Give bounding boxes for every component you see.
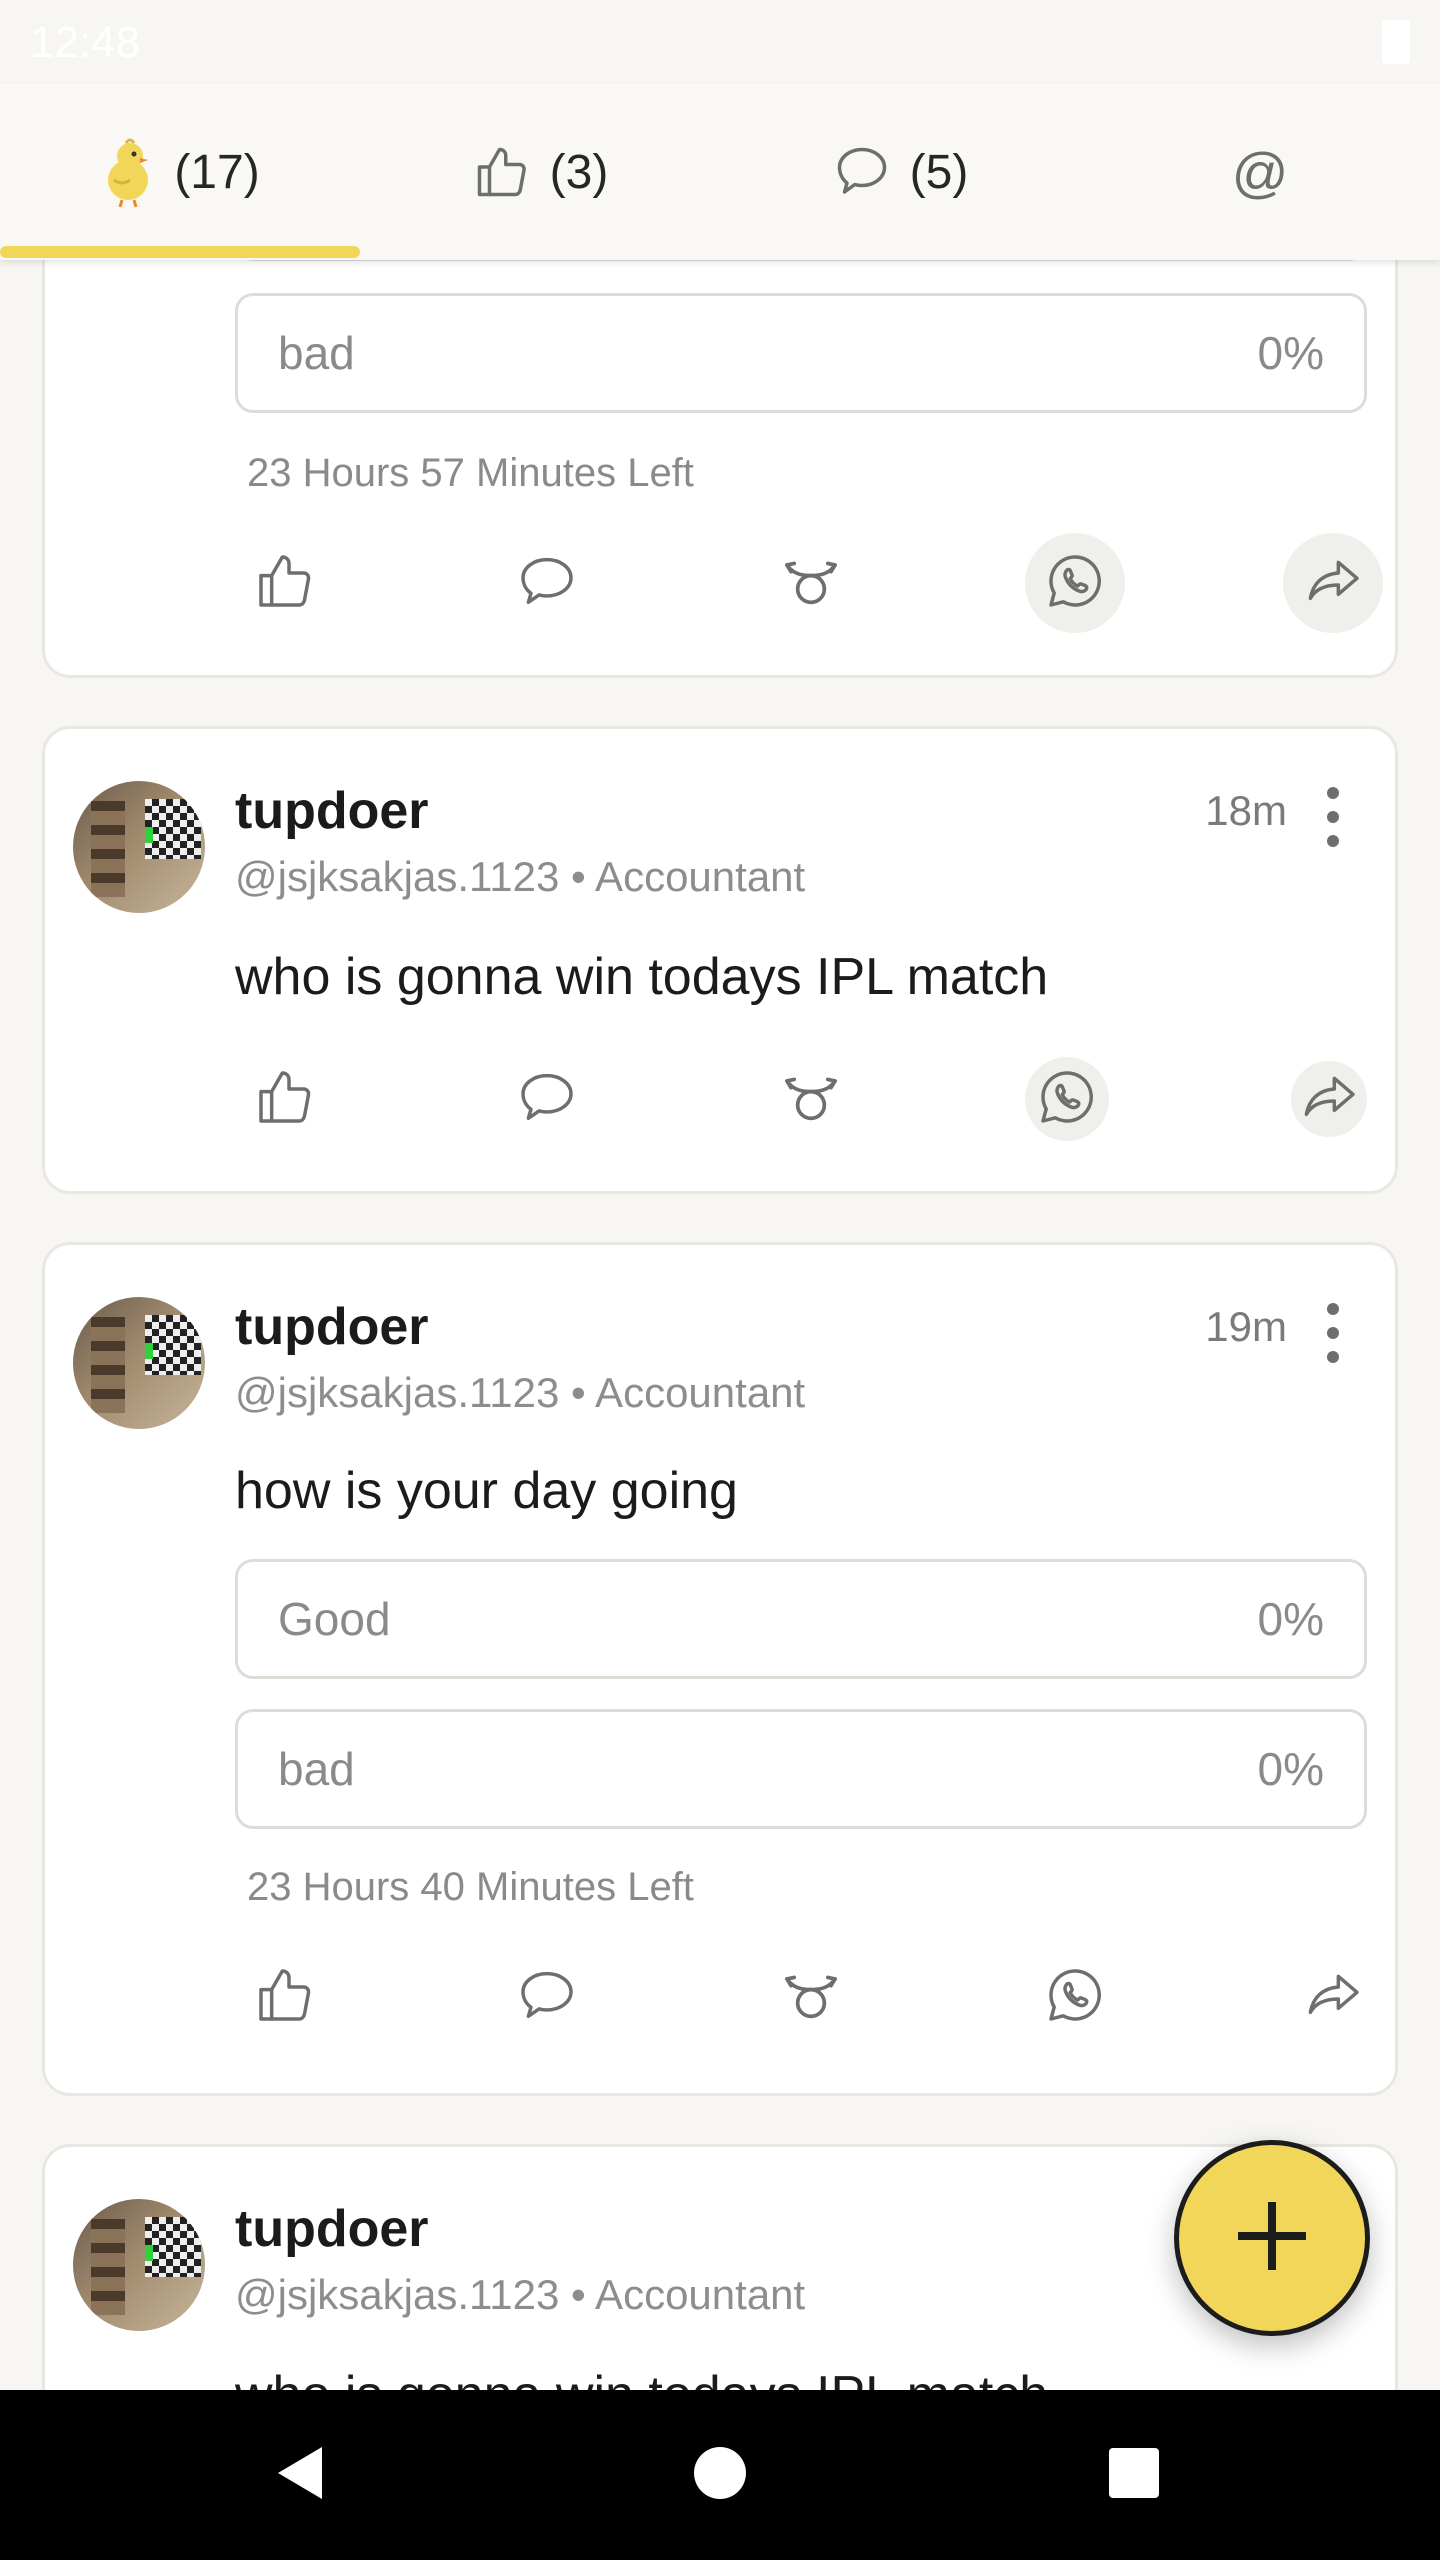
feed: bad 0% 23 Hours 57 Minutes Left tupdoer … [0, 260, 1440, 2390]
tab-bar: (17) (3) (5) @ [0, 84, 1440, 260]
more-options-icon[interactable] [1323, 1303, 1343, 1363]
gift-icon [779, 549, 843, 618]
whatsapp-icon [1035, 1065, 1099, 1134]
tab-likes-label: (3) [549, 145, 609, 199]
comment-icon [515, 1065, 579, 1134]
recents-square-icon [1107, 2446, 1161, 2505]
post-username[interactable]: tupdoer [235, 2199, 429, 2259]
post-handle: @jsjksakjas.1123 • Accountant [235, 1369, 806, 1416]
tab-posts-label: (17) [174, 145, 260, 199]
create-post-button[interactable] [1174, 2140, 1370, 2336]
poll-option[interactable]: bad 0% [235, 1709, 1367, 1829]
tab-comments-label: (5) [909, 145, 969, 199]
recents-button[interactable] [1054, 2390, 1214, 2560]
plus-icon [1232, 2196, 1312, 2281]
share-button[interactable] [1283, 533, 1383, 633]
comment-button[interactable] [497, 1049, 597, 1149]
avatar[interactable] [73, 2199, 205, 2331]
post-time: 18m [1205, 787, 1287, 834]
post-card: tupdoer @jsjksakjas.1123 • Accountant 18… [42, 726, 1398, 1194]
comment-icon [515, 1963, 579, 2032]
post-text: who is gonna win todays IPL match [235, 2365, 1048, 2390]
poll-option-percent: 0% [1257, 327, 1324, 379]
post-actions [235, 533, 1411, 633]
more-options-icon[interactable] [1323, 787, 1343, 847]
post-card: tupdoer @jsjksakjas.1123 • Accountant 19… [42, 1242, 1398, 2096]
share-button[interactable] [1283, 1947, 1383, 2047]
comment-button[interactable] [497, 533, 597, 633]
post-time: 19m [1205, 1303, 1287, 1350]
active-tab-indicator [0, 246, 360, 258]
back-triangle-icon [270, 2441, 330, 2510]
post-text: how is your day going [235, 1462, 738, 1520]
poll-time-left: 23 Hours 57 Minutes Left [247, 451, 694, 495]
at-icon: @ [1231, 140, 1289, 204]
avatar[interactable] [73, 781, 205, 913]
whatsapp-icon [1043, 1963, 1107, 2032]
like-button[interactable] [235, 533, 335, 633]
tab-mentions[interactable]: @ [1080, 84, 1440, 260]
share-button[interactable] [1291, 1061, 1367, 1137]
tab-comments[interactable]: (5) [720, 84, 1080, 260]
whatsapp-share-button[interactable] [1025, 533, 1125, 633]
like-icon [253, 1065, 317, 1134]
whatsapp-icon [1043, 549, 1107, 618]
comment-button[interactable] [497, 1947, 597, 2047]
like-button[interactable] [235, 1947, 335, 2047]
like-icon [253, 1963, 317, 2032]
like-button[interactable] [235, 1049, 335, 1149]
share-icon [1301, 1963, 1365, 2032]
post-username[interactable]: tupdoer [235, 1297, 429, 1357]
status-bar: 12:48 [0, 0, 1440, 84]
chick-icon [100, 136, 156, 208]
status-time: 12:48 [30, 18, 141, 67]
battery-icon [1382, 20, 1410, 64]
poll-option[interactable]: bad 0% [235, 293, 1367, 413]
post-handle: @jsjksakjas.1123 • Accountant [235, 2271, 806, 2318]
poll-option-label: Good [278, 1593, 391, 1645]
avatar[interactable] [73, 1297, 205, 1429]
gift-button[interactable] [761, 1947, 861, 2047]
post-handle: @jsjksakjas.1123 • Accountant [235, 853, 806, 900]
post-actions [235, 1049, 1411, 1149]
poll-option[interactable]: Good 0% [235, 1559, 1367, 1679]
poll-option-percent: 0% [1257, 1743, 1324, 1795]
post-card: bad 0% 23 Hours 57 Minutes Left [42, 260, 1398, 678]
comment-icon [515, 549, 579, 618]
whatsapp-share-button[interactable] [1025, 1947, 1125, 2047]
poll-time-left: 23 Hours 40 Minutes Left [247, 1865, 694, 1909]
system-navigation-bar [0, 2390, 1440, 2560]
poll-option-hidden[interactable] [235, 260, 1367, 261]
back-button[interactable] [220, 2390, 380, 2560]
like-icon [253, 549, 317, 618]
gift-button[interactable] [761, 533, 861, 633]
home-circle-icon [692, 2445, 748, 2506]
post-actions [235, 1947, 1411, 2047]
tab-likes[interactable]: (3) [360, 84, 720, 260]
poll-option-percent: 0% [1257, 1593, 1324, 1645]
tab-posts[interactable]: (17) [0, 84, 360, 260]
comment-icon [832, 142, 892, 202]
gift-button[interactable] [761, 1049, 861, 1149]
share-icon [1297, 1065, 1361, 1134]
post-text: who is gonna win todays IPL match [235, 948, 1049, 1006]
poll-option-label: bad [278, 1743, 355, 1795]
whatsapp-share-button[interactable] [1025, 1057, 1109, 1141]
gift-icon [779, 1065, 843, 1134]
poll-option-label: bad [278, 327, 355, 379]
share-icon [1301, 549, 1365, 618]
thumbs-up-icon [472, 142, 532, 202]
home-button[interactable] [640, 2390, 800, 2560]
gift-icon [779, 1963, 843, 2032]
post-username[interactable]: tupdoer [235, 781, 429, 841]
